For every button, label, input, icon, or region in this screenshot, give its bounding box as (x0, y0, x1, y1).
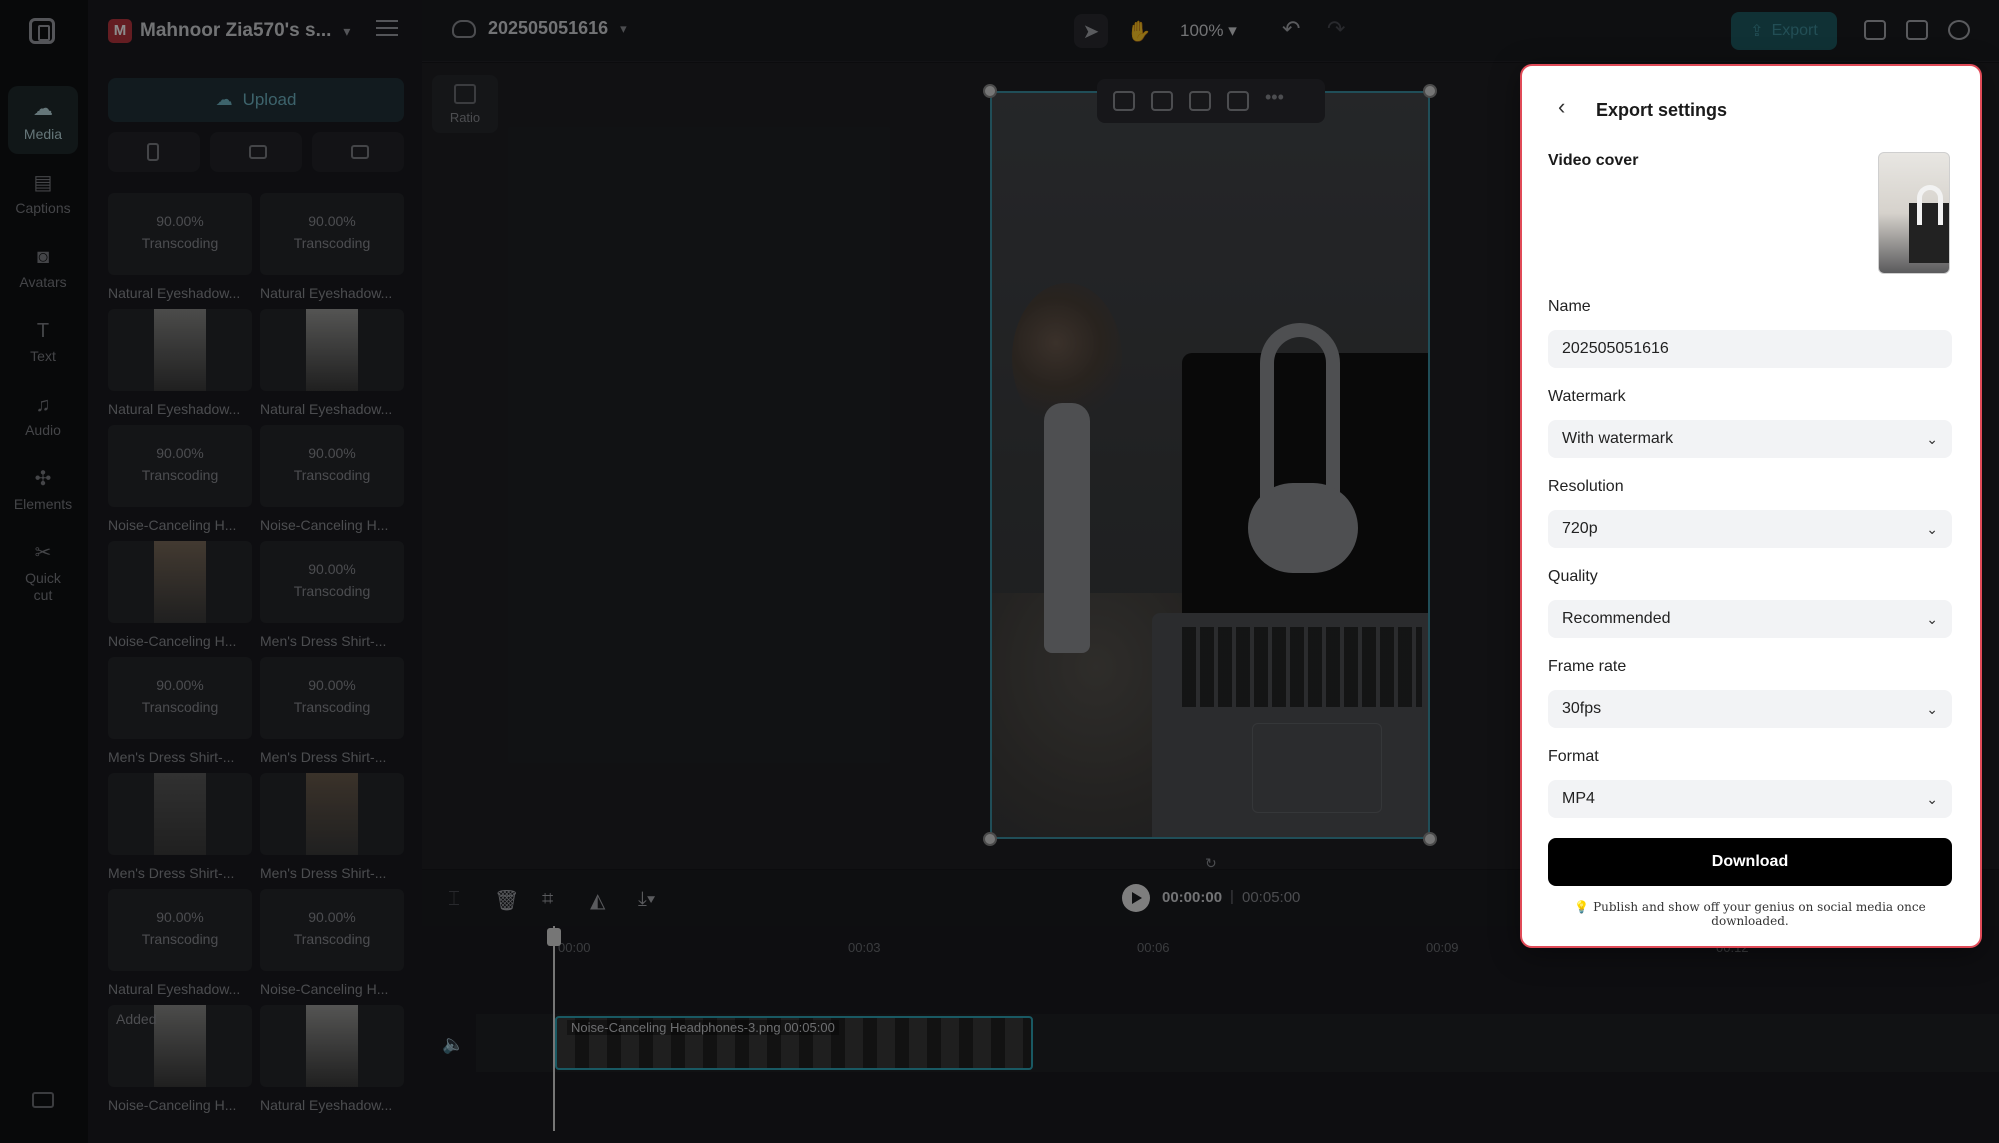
framerate-value: 30fps (1562, 700, 1602, 717)
panel-title: Export settings (1596, 100, 1728, 120)
watermark-label: Watermark (1548, 388, 1626, 405)
watermark-value: With watermark (1562, 430, 1674, 447)
download-tip: 💡 Publish and show off your genius on so… (1574, 900, 1926, 928)
name-label: Name (1548, 298, 1591, 315)
framerate-select[interactable]: 30fps ⌄ (1548, 690, 1952, 728)
quality-select[interactable]: Recommended ⌄ (1548, 600, 1952, 638)
name-value: 202505051616 (1562, 340, 1669, 357)
video-cover-thumbnail[interactable] (1878, 152, 1950, 274)
quality-label: Quality (1548, 568, 1598, 585)
export-settings-panel: ‹ Export settings Video cover Name 20250… (1520, 64, 1982, 948)
format-value: MP4 (1562, 790, 1595, 807)
format-select[interactable]: MP4 ⌄ (1548, 780, 1952, 818)
watermark-select[interactable]: With watermark ⌄ (1548, 420, 1952, 458)
chevron-down-icon: ⌄ (1926, 701, 1938, 717)
framerate-label: Frame rate (1548, 658, 1627, 675)
resolution-value: 720p (1562, 520, 1598, 537)
name-field[interactable]: 202505051616 (1548, 330, 1952, 368)
chevron-down-icon: ⌄ (1926, 611, 1938, 627)
back-icon[interactable]: ‹ (1558, 94, 1565, 120)
chevron-down-icon: ⌄ (1926, 431, 1938, 447)
download-button[interactable]: Download (1548, 838, 1952, 886)
chevron-down-icon: ⌄ (1926, 791, 1938, 807)
quality-value: Recommended (1562, 610, 1671, 627)
resolution-select[interactable]: 720p ⌄ (1548, 510, 1952, 548)
resolution-label: Resolution (1548, 478, 1624, 495)
chevron-down-icon: ⌄ (1926, 521, 1938, 537)
format-label: Format (1548, 748, 1599, 765)
video-cover-label: Video cover (1548, 152, 1639, 169)
